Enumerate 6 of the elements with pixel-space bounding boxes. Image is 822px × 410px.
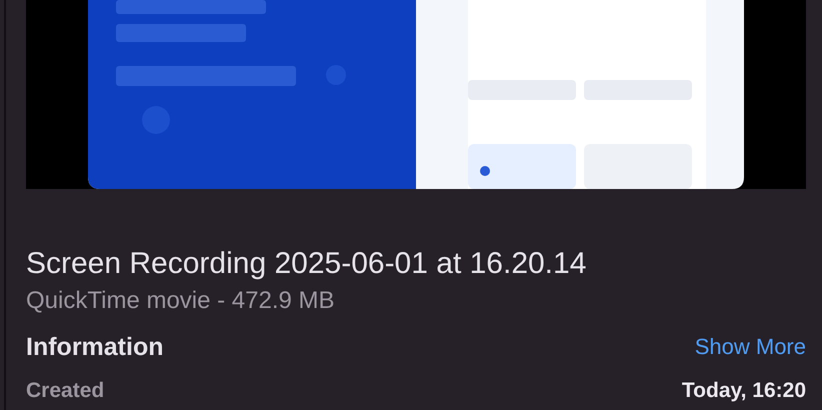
info-value: Today, 16:20: [682, 378, 806, 404]
file-name: Screen Recording 2025-06-01 at 16.20.14: [26, 246, 588, 282]
show-more-link[interactable]: Show More: [694, 334, 806, 360]
file-details: QuickTime movie - 472.9 MB: [26, 286, 336, 316]
info-label: Created: [26, 378, 104, 404]
section-heading: Information: [26, 332, 164, 363]
